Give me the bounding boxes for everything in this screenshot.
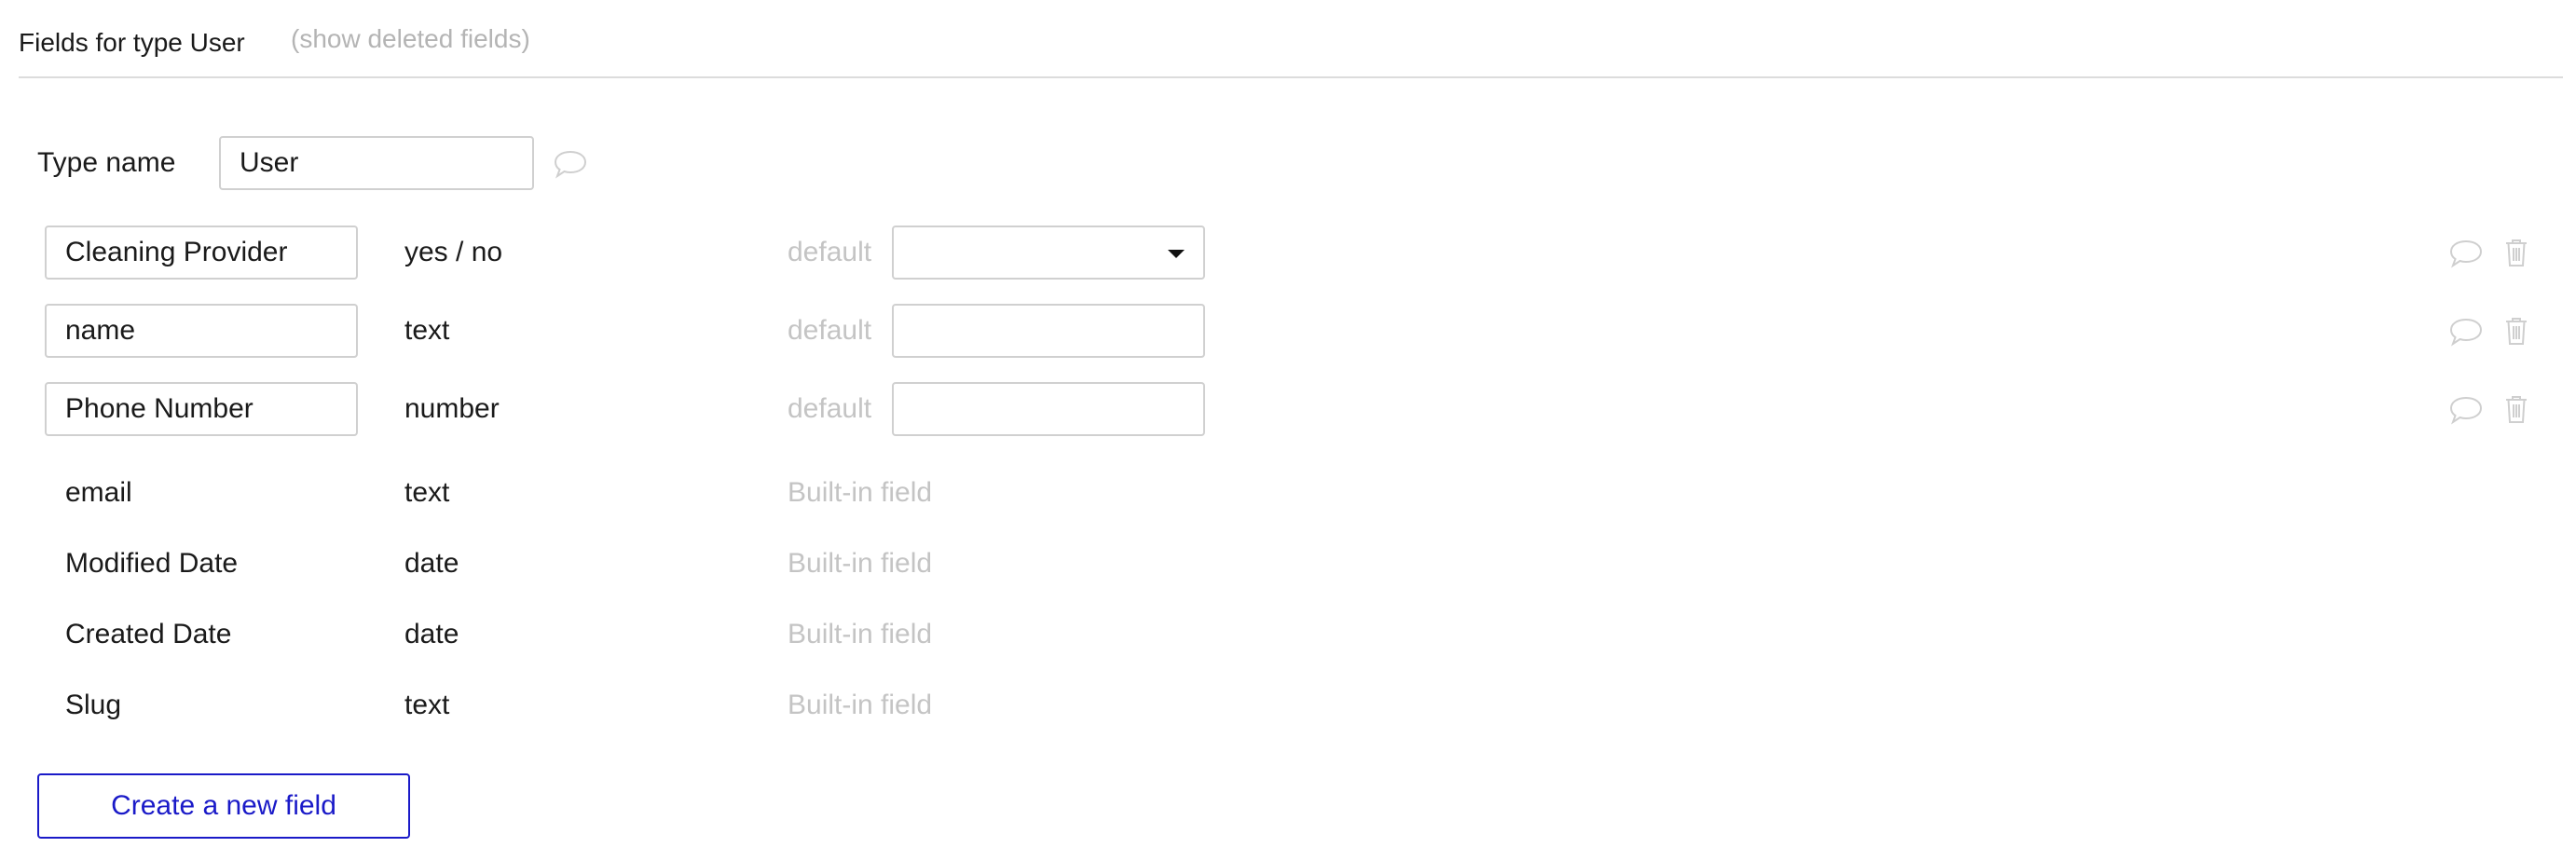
builtin-field-row-email: email text Built-in field	[0, 466, 2576, 522]
field-type: text	[404, 315, 450, 346]
show-deleted-fields-link[interactable]: (show deleted fields)	[291, 24, 530, 54]
builtin-field-row-created-date: Created Date date Built-in field	[0, 608, 2576, 663]
field-type: date	[404, 619, 459, 649]
comment-icon[interactable]	[552, 149, 589, 181]
default-value-input[interactable]	[892, 382, 1205, 436]
field-name-input[interactable]	[45, 304, 358, 358]
field-type: number	[404, 393, 500, 424]
field-row-name: text default	[0, 304, 2576, 360]
field-name: Modified Date	[65, 548, 239, 579]
trash-icon[interactable]	[2503, 315, 2529, 347]
type-name-label: Type name	[37, 147, 176, 178]
builtin-field-row-modified-date: Modified Date date Built-in field	[0, 537, 2576, 593]
trash-icon[interactable]	[2503, 237, 2529, 268]
page-title: Fields for type User	[19, 28, 245, 57]
default-label: default	[788, 237, 872, 267]
default-value-input[interactable]	[892, 304, 1205, 358]
field-type: text	[404, 690, 450, 720]
caret-down-icon	[1168, 250, 1185, 258]
trash-icon[interactable]	[2503, 393, 2529, 425]
default-value-dropdown[interactable]	[892, 226, 1205, 280]
field-type: yes / no	[404, 237, 503, 267]
create-new-field-button[interactable]: Create a new field	[37, 773, 410, 839]
field-name: email	[65, 477, 132, 508]
field-row-cleaning-provider: yes / no default	[0, 226, 2576, 281]
builtin-field-label: Built-in field	[788, 548, 933, 579]
field-type: date	[404, 548, 459, 579]
builtin-field-label: Built-in field	[788, 619, 933, 649]
field-name: Slug	[65, 690, 122, 720]
comment-icon[interactable]	[2447, 395, 2485, 427]
builtin-field-label: Built-in field	[788, 477, 933, 508]
builtin-field-row-slug: Slug text Built-in field	[0, 678, 2576, 734]
field-row-phone-number: number default	[0, 382, 2576, 438]
field-name: Created Date	[65, 619, 232, 649]
fields-header: Fields for type User (show deleted field…	[19, 24, 2563, 78]
field-type: text	[404, 477, 450, 508]
field-name-input[interactable]	[45, 382, 358, 436]
comment-icon[interactable]	[2447, 239, 2485, 270]
field-name-input[interactable]	[45, 226, 358, 280]
default-label: default	[788, 315, 872, 346]
type-name-input[interactable]	[219, 136, 534, 190]
default-label: default	[788, 393, 872, 424]
builtin-field-label: Built-in field	[788, 690, 933, 720]
comment-icon[interactable]	[2447, 317, 2485, 348]
